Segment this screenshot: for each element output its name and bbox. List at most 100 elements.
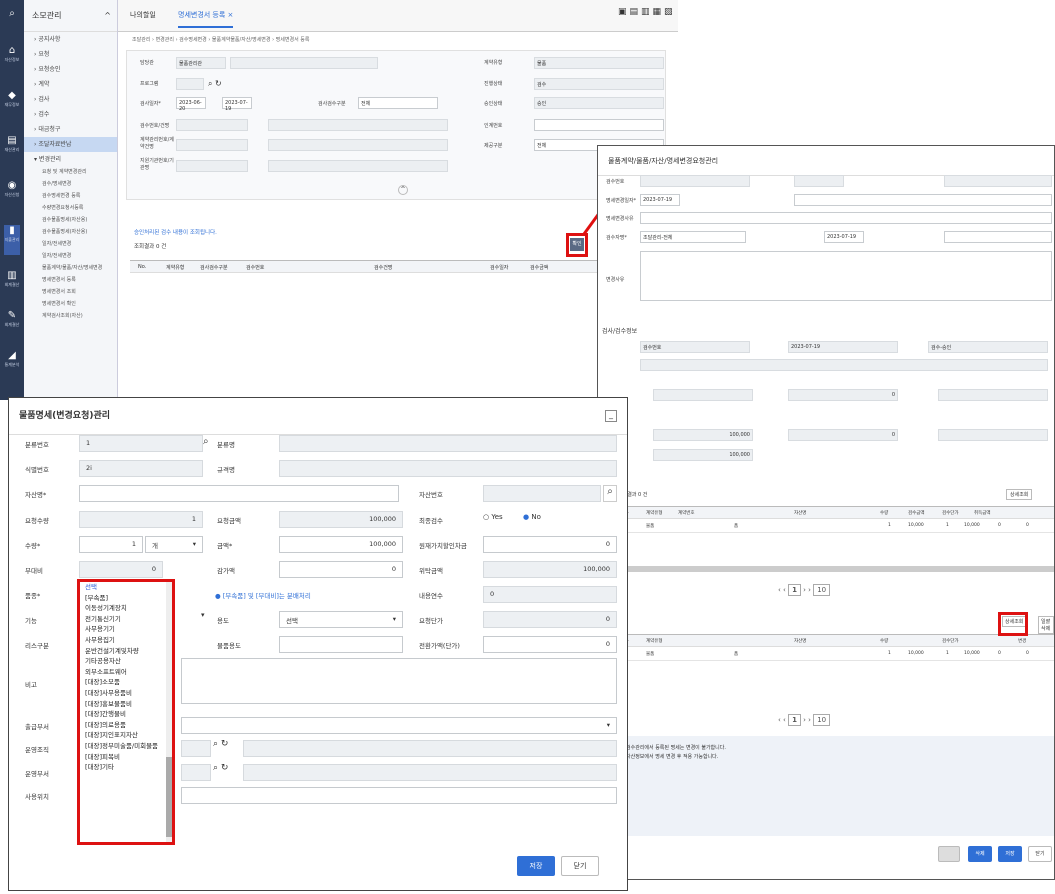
bunryu-no-field[interactable]: 1 [79,435,203,452]
search-icon[interactable]: ⌕ ↻ [213,739,228,749]
final-price-field[interactable]: 0 [483,636,617,653]
close-button[interactable]: 닫기 [561,856,599,876]
dropdown-option[interactable]: 사무용집기 [80,635,172,646]
label: 원재가치할인차금 [419,542,467,550]
unit-select[interactable]: 개 ▾ [145,536,203,553]
req-qty-field[interactable]: 1 [79,511,203,528]
page-size[interactable]: 10 [813,714,831,726]
cell: 0 [1026,523,1029,528]
scrollbar[interactable] [166,582,172,842]
amount-field[interactable]: 100,000 [279,536,403,553]
dropdown-option[interactable]: 이동성기계장치 [80,603,172,614]
save-button[interactable]: 저장 [998,846,1022,862]
search-icon[interactable]: ⌕ [603,485,617,502]
page-size[interactable]: 10 [813,584,831,596]
date-field[interactable]: 2023-07-19 [824,231,864,243]
dropdown-option[interactable]: 외부소프트웨어 [80,667,172,678]
req-price-field[interactable]: 0 [483,611,617,628]
table-row[interactable]: 1 물품 품 1 10,000 1 10,000 0 0 [618,520,1054,533]
remark-area[interactable] [181,658,617,704]
dropdown-option[interactable]: 운반건설기계및차량 [80,646,172,657]
dropdown-option[interactable]: [대장]소모품 [80,677,172,688]
cell: 0 [998,523,1001,528]
radio-yes[interactable]: ○ Yes [483,513,503,521]
bunryu-name-field[interactable] [279,435,617,452]
field[interactable]: 0 [788,429,898,441]
field[interactable] [640,359,1048,371]
reason-area[interactable] [640,251,1052,301]
req-amount-field[interactable]: 100,000 [279,511,403,528]
scroll-thumb[interactable] [166,757,172,837]
dropdown-option[interactable]: [대장]사무용품비 [80,688,172,699]
change-date[interactable]: 2023-07-19 [640,194,680,206]
sik-no-field[interactable]: 2i [79,460,203,477]
scrollbar[interactable] [618,566,1054,572]
asset-no-field[interactable] [483,485,601,502]
close-button[interactable]: 닫기 [1028,846,1052,862]
durable-field[interactable]: 0 [483,586,617,603]
dropdown-option[interactable]: [대장]의료용품 [80,720,172,731]
field[interactable]: 100,000 [653,449,753,461]
minimize-icon[interactable]: _ [605,410,617,422]
dropdown-option[interactable]: 선택 [80,582,172,593]
field[interactable]: 검수번호 [640,341,750,353]
spec-field[interactable] [279,460,617,477]
dropdown-option[interactable]: [대장]피복비 [80,752,172,763]
org-name-field[interactable] [243,740,617,757]
chevron-down-icon[interactable]: ▾ [201,611,205,619]
yongdo-select[interactable]: 선택 ▾ [279,611,403,628]
field[interactable]: 0 [788,389,898,401]
pager[interactable]: ‹ ‹ 1 › › 10 [778,584,831,596]
radio-no[interactable]: ● No [523,513,541,521]
page-number[interactable]: 1 [788,714,801,726]
bulk-button[interactable]: 일괄삭제 [1038,616,1054,634]
field[interactable]: 2023-07-19 [788,341,898,353]
goods-use-field[interactable] [279,636,403,653]
delete-button[interactable]: 삭제 [968,846,992,862]
field[interactable] [938,429,1048,441]
gamga-field[interactable]: 0 [279,561,403,578]
detail-button[interactable]: 상세조회 [1006,489,1033,500]
field[interactable] [944,175,1052,187]
save-button[interactable]: 저장 [517,856,555,876]
field[interactable] [640,212,1052,224]
dropdown-option[interactable]: [대장]기타 [80,762,172,773]
pager[interactable]: ‹ ‹ 1 › › 10 [778,714,831,726]
field[interactable] [794,175,844,187]
pumjong-dropdown[interactable]: 선택 [부속품] 이동성기계장치 전기통신기기 사무용기기 사무용집기 운반건설… [77,579,175,845]
opdept-name-field[interactable] [243,764,617,781]
field[interactable] [944,231,1052,243]
discount-field[interactable]: 0 [483,536,617,553]
dropdown-option[interactable]: 사무용기기 [80,624,172,635]
dropdown-option[interactable]: [대장]간행물비 [80,709,172,720]
col-header: 계약번호 [678,511,695,516]
used-amount-field[interactable]: 100,000 [483,561,617,578]
field[interactable]: 100,000 [653,429,753,441]
buga-field[interactable]: 0 [79,561,163,578]
field[interactable] [640,175,750,187]
qty-field[interactable]: 1 [79,536,143,553]
table-row[interactable]: 물품 품 1 10,000 1 10,000 0 0 [618,648,1054,661]
asset-name-field[interactable] [79,485,399,502]
page-number[interactable]: 1 [788,584,801,596]
dropdown-option[interactable]: [대장]지인표지자산 [80,730,172,741]
dropdown-option[interactable]: 전기통신기기 [80,614,172,625]
org-field[interactable] [181,740,211,757]
dropdown-option[interactable]: [대장]정부미술품/미회물품 [80,741,172,752]
label: 규격명 [217,466,235,474]
inspector-field[interactable]: 조달관리-전체 [640,231,746,243]
pumjong-note: ● [부속품] 및 [부대비]는 분배처리 [215,592,311,600]
opdept-field[interactable] [181,764,211,781]
field[interactable] [653,389,753,401]
dept1-select[interactable]: ▾ [181,717,617,734]
dropdown-option[interactable]: [부속품] [80,593,172,604]
note-line: 자산정보에서 명세 변경 후 적용 가능합니다. [626,754,719,760]
dropdown-option[interactable]: [대장]홍보물품비 [80,699,172,710]
field[interactable]: 검수-승인 [928,341,1048,353]
search-icon[interactable]: ⌕ ↻ [213,763,228,773]
dropdown-option[interactable]: 기타공용자산 [80,656,172,667]
field[interactable] [794,194,1052,206]
field[interactable] [938,389,1048,401]
search-icon[interactable]: ⌕ [203,436,209,447]
location-field[interactable] [181,787,617,804]
